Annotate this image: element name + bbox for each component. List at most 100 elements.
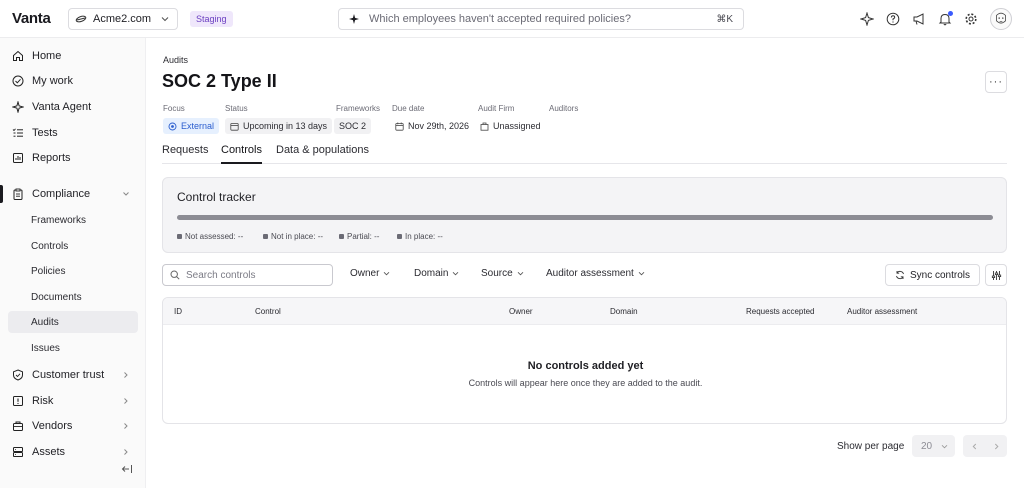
check-circle-icon: [12, 75, 24, 87]
filter-auditor-assessment[interactable]: Auditor assessment: [546, 268, 646, 279]
page-title: SOC 2 Type II: [162, 71, 277, 91]
sidebar-item-compliance[interactable]: Compliance: [8, 183, 138, 205]
assets-icon: [13, 447, 23, 457]
sidebar-sub-audits[interactable]: Audits: [8, 311, 138, 333]
tab-requests[interactable]: Requests: [162, 144, 208, 164]
tab-controls[interactable]: Controls: [221, 144, 262, 164]
tracker-progress-bar: [177, 215, 993, 220]
chevron-left-icon: [972, 443, 976, 449]
notifications-bell-icon[interactable]: [938, 11, 953, 26]
main-content: Audits SOC 2 Type II ··· Focus External …: [146, 38, 1024, 488]
chevron-down-icon: [517, 271, 524, 276]
auditors-label: Auditors: [549, 104, 579, 113]
sidebar-item-vanta-agent[interactable]: Vanta Agent: [8, 96, 138, 118]
environment-badge: Staging: [190, 11, 233, 27]
sync-controls-label: Sync controls: [909, 269, 971, 281]
column-header-owner[interactable]: Owner: [509, 307, 533, 316]
legend-label: Not in place: --: [271, 232, 324, 241]
audit-firm[interactable]: Unassigned: [480, 118, 541, 134]
sidebar-item-label: Compliance: [32, 188, 91, 200]
global-search[interactable]: Which employees haven't accepted require…: [338, 8, 744, 30]
sync-controls-button[interactable]: Sync controls: [885, 264, 980, 286]
sidebar-item-my-work[interactable]: My work: [8, 70, 138, 92]
tab-data-populations[interactable]: Data & populations: [276, 144, 369, 164]
help-icon[interactable]: [886, 12, 900, 26]
sidebar-item-label: Vanta Agent: [32, 101, 92, 113]
search-icon: [170, 270, 180, 280]
collapse-sidebar-icon[interactable]: [120, 462, 134, 476]
sidebar-item-label: Home: [32, 50, 62, 62]
top-actions: [860, 8, 1012, 30]
empty-state-message: Controls will appear here once they are …: [468, 378, 703, 388]
sidebar-item-assets[interactable]: Assets: [8, 441, 138, 463]
sidebar-item-reports[interactable]: Reports: [8, 147, 138, 169]
previous-page-button[interactable]: [963, 435, 985, 457]
chevron-down-icon: [161, 17, 169, 22]
legend-label: In place: --: [405, 232, 443, 241]
sidebar-item-customer-trust[interactable]: Customer trust: [8, 364, 138, 386]
chevron-down-icon: [123, 192, 129, 196]
org-switcher[interactable]: Acme2.com: [68, 8, 178, 30]
legend-label: Not assessed: --: [185, 232, 244, 241]
control-tracker: Control tracker Not assessed: -- Not in …: [162, 177, 1007, 253]
per-page-label: Show per page: [837, 441, 905, 452]
sidebar-item-label: Customer trust: [32, 369, 105, 381]
chevron-down-icon: [384, 271, 390, 276]
chevron-down-icon: [638, 271, 645, 276]
sidebar-item-vendors[interactable]: Vendors: [8, 415, 138, 437]
megaphone-icon[interactable]: [912, 12, 926, 26]
sidebar-item-tests[interactable]: Tests: [8, 122, 138, 144]
chevron-right-icon: [124, 372, 128, 378]
search-controls-input[interactable]: Search controls: [162, 264, 333, 286]
chevron-down-icon: [453, 271, 459, 276]
clipboard-icon: [13, 188, 23, 200]
framework-value: SOC 2: [339, 121, 367, 131]
global-search-placeholder: Which employees haven't accepted require…: [369, 13, 631, 25]
sidebar-sub-frameworks[interactable]: Frameworks: [8, 209, 138, 231]
sidebar-sub-issues[interactable]: Issues: [8, 337, 138, 359]
filter-label: Owner: [350, 268, 380, 279]
more-actions-button[interactable]: ···: [985, 71, 1007, 93]
column-header-auditor-assessment[interactable]: Auditor assessment: [847, 307, 917, 316]
sparkle-icon: [12, 101, 24, 113]
agent-icon[interactable]: [860, 12, 874, 26]
column-header-domain[interactable]: Domain: [610, 307, 638, 316]
table-settings-button[interactable]: [985, 264, 1007, 286]
top-bar: Vanta Acme2.com Staging Which employees …: [0, 0, 1024, 38]
building-icon: [480, 122, 489, 131]
filter-domain[interactable]: Domain: [414, 268, 460, 279]
user-avatar[interactable]: [990, 8, 1012, 30]
next-page-button[interactable]: [985, 435, 1007, 457]
vanta-logo[interactable]: Vanta: [12, 10, 51, 27]
chevron-right-icon: [124, 449, 128, 455]
column-header-requests-accepted[interactable]: Requests accepted: [746, 307, 815, 316]
audit-firm-value: Unassigned: [493, 121, 541, 131]
risk-icon: [13, 396, 23, 406]
sparkle-icon: [349, 14, 359, 24]
sidebar-item-label: Reports: [32, 152, 71, 164]
legend-not-assessed: Not assessed: --: [177, 232, 243, 241]
report-icon: [13, 153, 23, 163]
column-header-id[interactable]: ID: [174, 307, 182, 316]
sidebar-sub-policies[interactable]: Policies: [8, 260, 138, 282]
due-date: Nov 29th, 2026: [395, 118, 469, 134]
search-controls-placeholder: Search controls: [186, 269, 256, 281]
frameworks-label: Frameworks: [336, 104, 381, 113]
filter-owner[interactable]: Owner: [350, 268, 391, 279]
calendar-icon: [395, 122, 404, 131]
status-label: Status: [225, 104, 248, 113]
legend-label: Partial: --: [347, 232, 380, 241]
per-page-select[interactable]: 20: [912, 435, 955, 457]
sidebar-item-home[interactable]: Home: [8, 45, 138, 67]
gear-icon[interactable]: [964, 12, 978, 26]
sidebar-sub-controls[interactable]: Controls: [8, 235, 138, 257]
focus-badge: External: [163, 118, 220, 134]
sidebar-item-label: My work: [32, 75, 73, 87]
filter-label: Domain: [414, 268, 449, 279]
framework-badge: SOC 2: [334, 118, 372, 134]
column-header-control[interactable]: Control: [255, 307, 281, 316]
sidebar-sub-documents[interactable]: Documents: [8, 286, 138, 308]
sidebar-item-risk[interactable]: Risk: [8, 390, 138, 412]
breadcrumb[interactable]: Audits: [163, 55, 188, 65]
filter-source[interactable]: Source: [481, 268, 525, 279]
